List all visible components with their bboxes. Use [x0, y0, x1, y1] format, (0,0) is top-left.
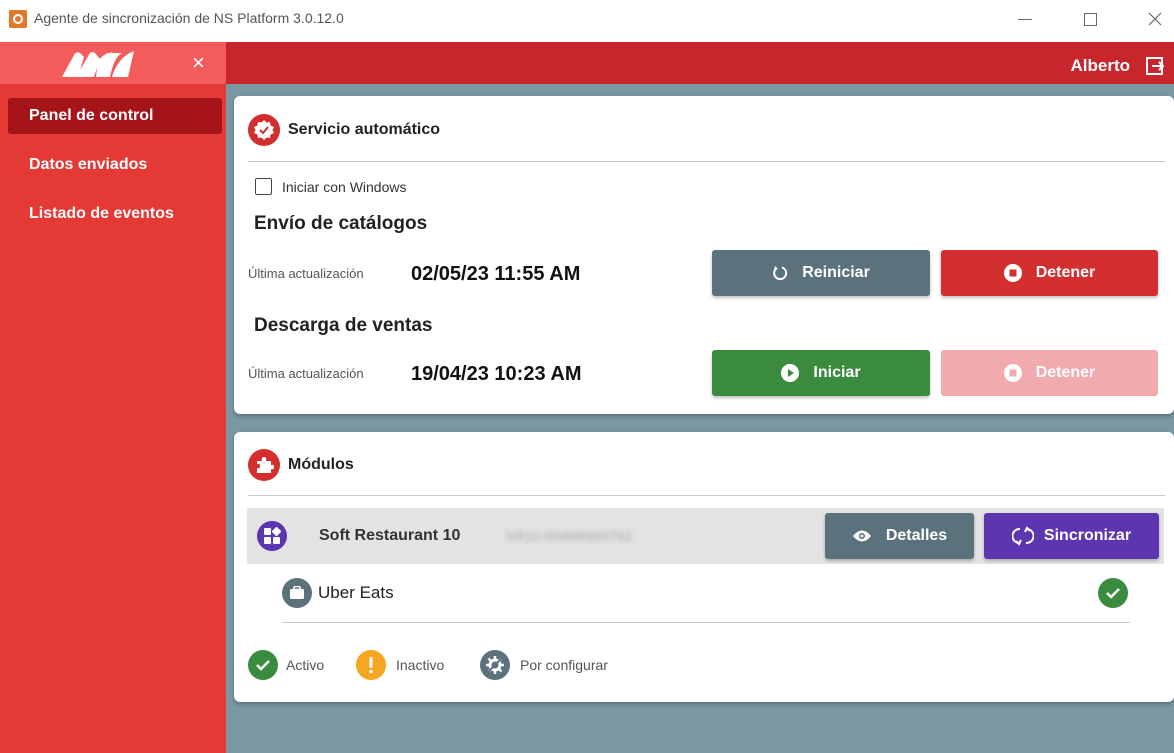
close-menu-button[interactable]: × [192, 52, 205, 74]
start-with-windows-checkbox[interactable] [255, 178, 272, 195]
catalogs-last-update-value: 02/05/23 11:55 AM [411, 263, 581, 285]
stop-catalogs-label: Detener [1035, 264, 1096, 281]
window-title: Agente de sincronización de NS Platform … [34, 10, 344, 26]
catalogs-title: Envío de catálogos [254, 213, 428, 234]
details-button[interactable]: Detalles [825, 513, 974, 559]
user-name[interactable]: Alberto [1071, 56, 1131, 76]
briefcase-icon [282, 578, 312, 608]
legend-configure-icon [480, 650, 510, 680]
modules-divider [248, 495, 1165, 496]
stop-icon [1003, 264, 1022, 282]
logout-icon[interactable] [1144, 55, 1166, 82]
details-label: Detalles [885, 527, 948, 544]
stop-sales-label: Detener [1035, 364, 1096, 381]
start-sales-label: Iniciar [813, 364, 861, 381]
sync-icon [1011, 526, 1034, 546]
restart-icon [772, 265, 788, 281]
legend-configure-label: Por configurar [520, 657, 608, 673]
sync-label: Sincronizar [1043, 527, 1132, 544]
module-grid-icon [257, 521, 287, 551]
legend-inactive-label: Inactivo [396, 657, 445, 673]
sub-module-name: Uber Eats [318, 583, 394, 602]
sales-last-update-value: 19/04/23 10:23 AM [411, 363, 582, 385]
legend-inactive-icon [356, 650, 386, 680]
catalogs-last-update-label: Última actualización [248, 266, 364, 281]
service-header: Servicio automático [248, 114, 440, 146]
start-with-windows-label[interactable]: Iniciar con Windows [282, 179, 407, 195]
badge-check-icon [248, 114, 280, 146]
window-titlebar: Agente de sincronización de NS Platform … [0, 0, 1174, 40]
sidebar-item-listado-de-eventos[interactable]: Listado de eventos [8, 196, 222, 232]
sidebar-item-panel-de-control[interactable]: Panel de control [8, 98, 222, 134]
module-serial: SR10.004MIN65782 [505, 528, 632, 544]
play-icon [781, 364, 800, 382]
app-icon [9, 10, 27, 28]
stop-sales-button[interactable]: Detener [941, 350, 1158, 396]
sidebar [0, 84, 226, 753]
maximize-button[interactable] [1075, 6, 1105, 32]
eye-icon [852, 529, 872, 543]
sub-module-divider [282, 622, 1130, 623]
start-sales-button[interactable]: Iniciar [712, 350, 930, 396]
minimize-button[interactable] [1010, 6, 1040, 32]
modules-header: Módulos [248, 449, 354, 481]
puzzle-icon [248, 449, 280, 481]
modules-title: Módulos [288, 456, 354, 473]
restart-catalogs-label: Reiniciar [802, 264, 870, 281]
sales-last-update-label: Última actualización [248, 366, 364, 381]
sales-title: Descarga de ventas [254, 315, 433, 336]
stop-icon [1003, 364, 1022, 382]
sidebar-item-datos-enviados[interactable]: Datos enviados [8, 147, 222, 183]
legend-active-icon [248, 650, 278, 680]
legend-active-label: Activo [286, 657, 325, 673]
module-name: Soft Restaurant 10 [319, 527, 461, 544]
stop-catalogs-button[interactable]: Detener [941, 250, 1158, 296]
service-divider [248, 161, 1165, 162]
sync-button[interactable]: Sincronizar [984, 513, 1159, 559]
active-check-icon [1098, 578, 1128, 608]
close-window-button[interactable] [1140, 6, 1170, 32]
restart-catalogs-button[interactable]: Reiniciar [712, 250, 930, 296]
service-title: Servicio automático [288, 121, 441, 138]
brand-logo [62, 51, 134, 82]
